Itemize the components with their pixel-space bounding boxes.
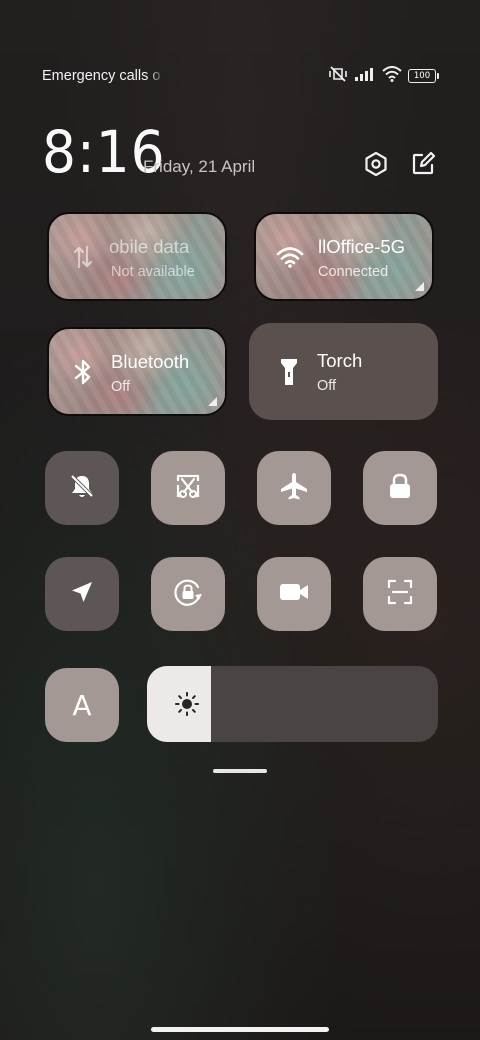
bell-off-icon: [68, 472, 96, 505]
battery-icon: 100: [408, 69, 439, 83]
rotation-lock-icon: [172, 576, 204, 613]
status-carrier-text: Emergency calls o: [42, 68, 161, 84]
wifi-status-icon: [382, 65, 402, 87]
panel-drag-handle[interactable]: [213, 769, 267, 773]
video-camera-icon: [278, 580, 310, 609]
torch-title: Torch: [317, 350, 363, 371]
bluetooth-status: Off: [111, 379, 131, 395]
edit-icon[interactable]: [407, 148, 439, 180]
letter-a-icon: A: [72, 688, 92, 722]
wifi-status: Connected: [318, 264, 389, 280]
home-indicator[interactable]: [151, 1027, 329, 1032]
torch-tile[interactable]: Torch Off: [249, 323, 438, 420]
status-icons: 100: [328, 65, 439, 87]
mobile-data-tile[interactable]: obile data Not available: [47, 212, 227, 301]
location-arrow-icon: [69, 579, 95, 610]
signal-icon: [354, 67, 376, 86]
wifi-tile[interactable]: llOffice-5G Connected: [254, 212, 434, 301]
silent-mode-toggle[interactable]: [45, 451, 119, 525]
scan-icon: [386, 578, 414, 611]
wifi-network-name: llOffice-5G: [318, 236, 406, 257]
scanner-toggle[interactable]: [363, 557, 437, 631]
mobile-data-icon: [69, 243, 97, 271]
sun-icon: [173, 690, 201, 718]
lock-screen-toggle[interactable]: [363, 451, 437, 525]
bluetooth-tile[interactable]: Bluetooth Off: [47, 327, 227, 416]
bluetooth-icon: [69, 358, 97, 386]
wifi-icon: [276, 243, 304, 271]
expand-corner-icon[interactable]: [208, 397, 217, 406]
mobile-data-title: obile data: [109, 236, 190, 257]
rotation-lock-toggle[interactable]: [151, 557, 225, 631]
airplane-icon: [279, 471, 309, 506]
bluetooth-title: Bluetooth: [111, 351, 190, 372]
date-label: Friday, 21 April: [143, 157, 256, 176]
settings-icon[interactable]: [360, 148, 392, 180]
torch-status: Off: [317, 378, 337, 394]
mute-vibrate-icon: [328, 65, 348, 87]
location-toggle[interactable]: [45, 557, 119, 631]
auto-brightness-toggle[interactable]: A: [45, 668, 119, 742]
screenshot-toggle[interactable]: [151, 451, 225, 525]
mobile-data-subtitle: Not available: [111, 264, 195, 280]
brightness-slider[interactable]: [147, 666, 438, 742]
flashlight-icon: [275, 358, 303, 386]
lock-icon: [387, 472, 413, 505]
scissors-icon: [173, 471, 203, 506]
airplane-mode-toggle[interactable]: [257, 451, 331, 525]
screen-recorder-toggle[interactable]: [257, 557, 331, 631]
expand-corner-icon[interactable]: [415, 282, 424, 291]
